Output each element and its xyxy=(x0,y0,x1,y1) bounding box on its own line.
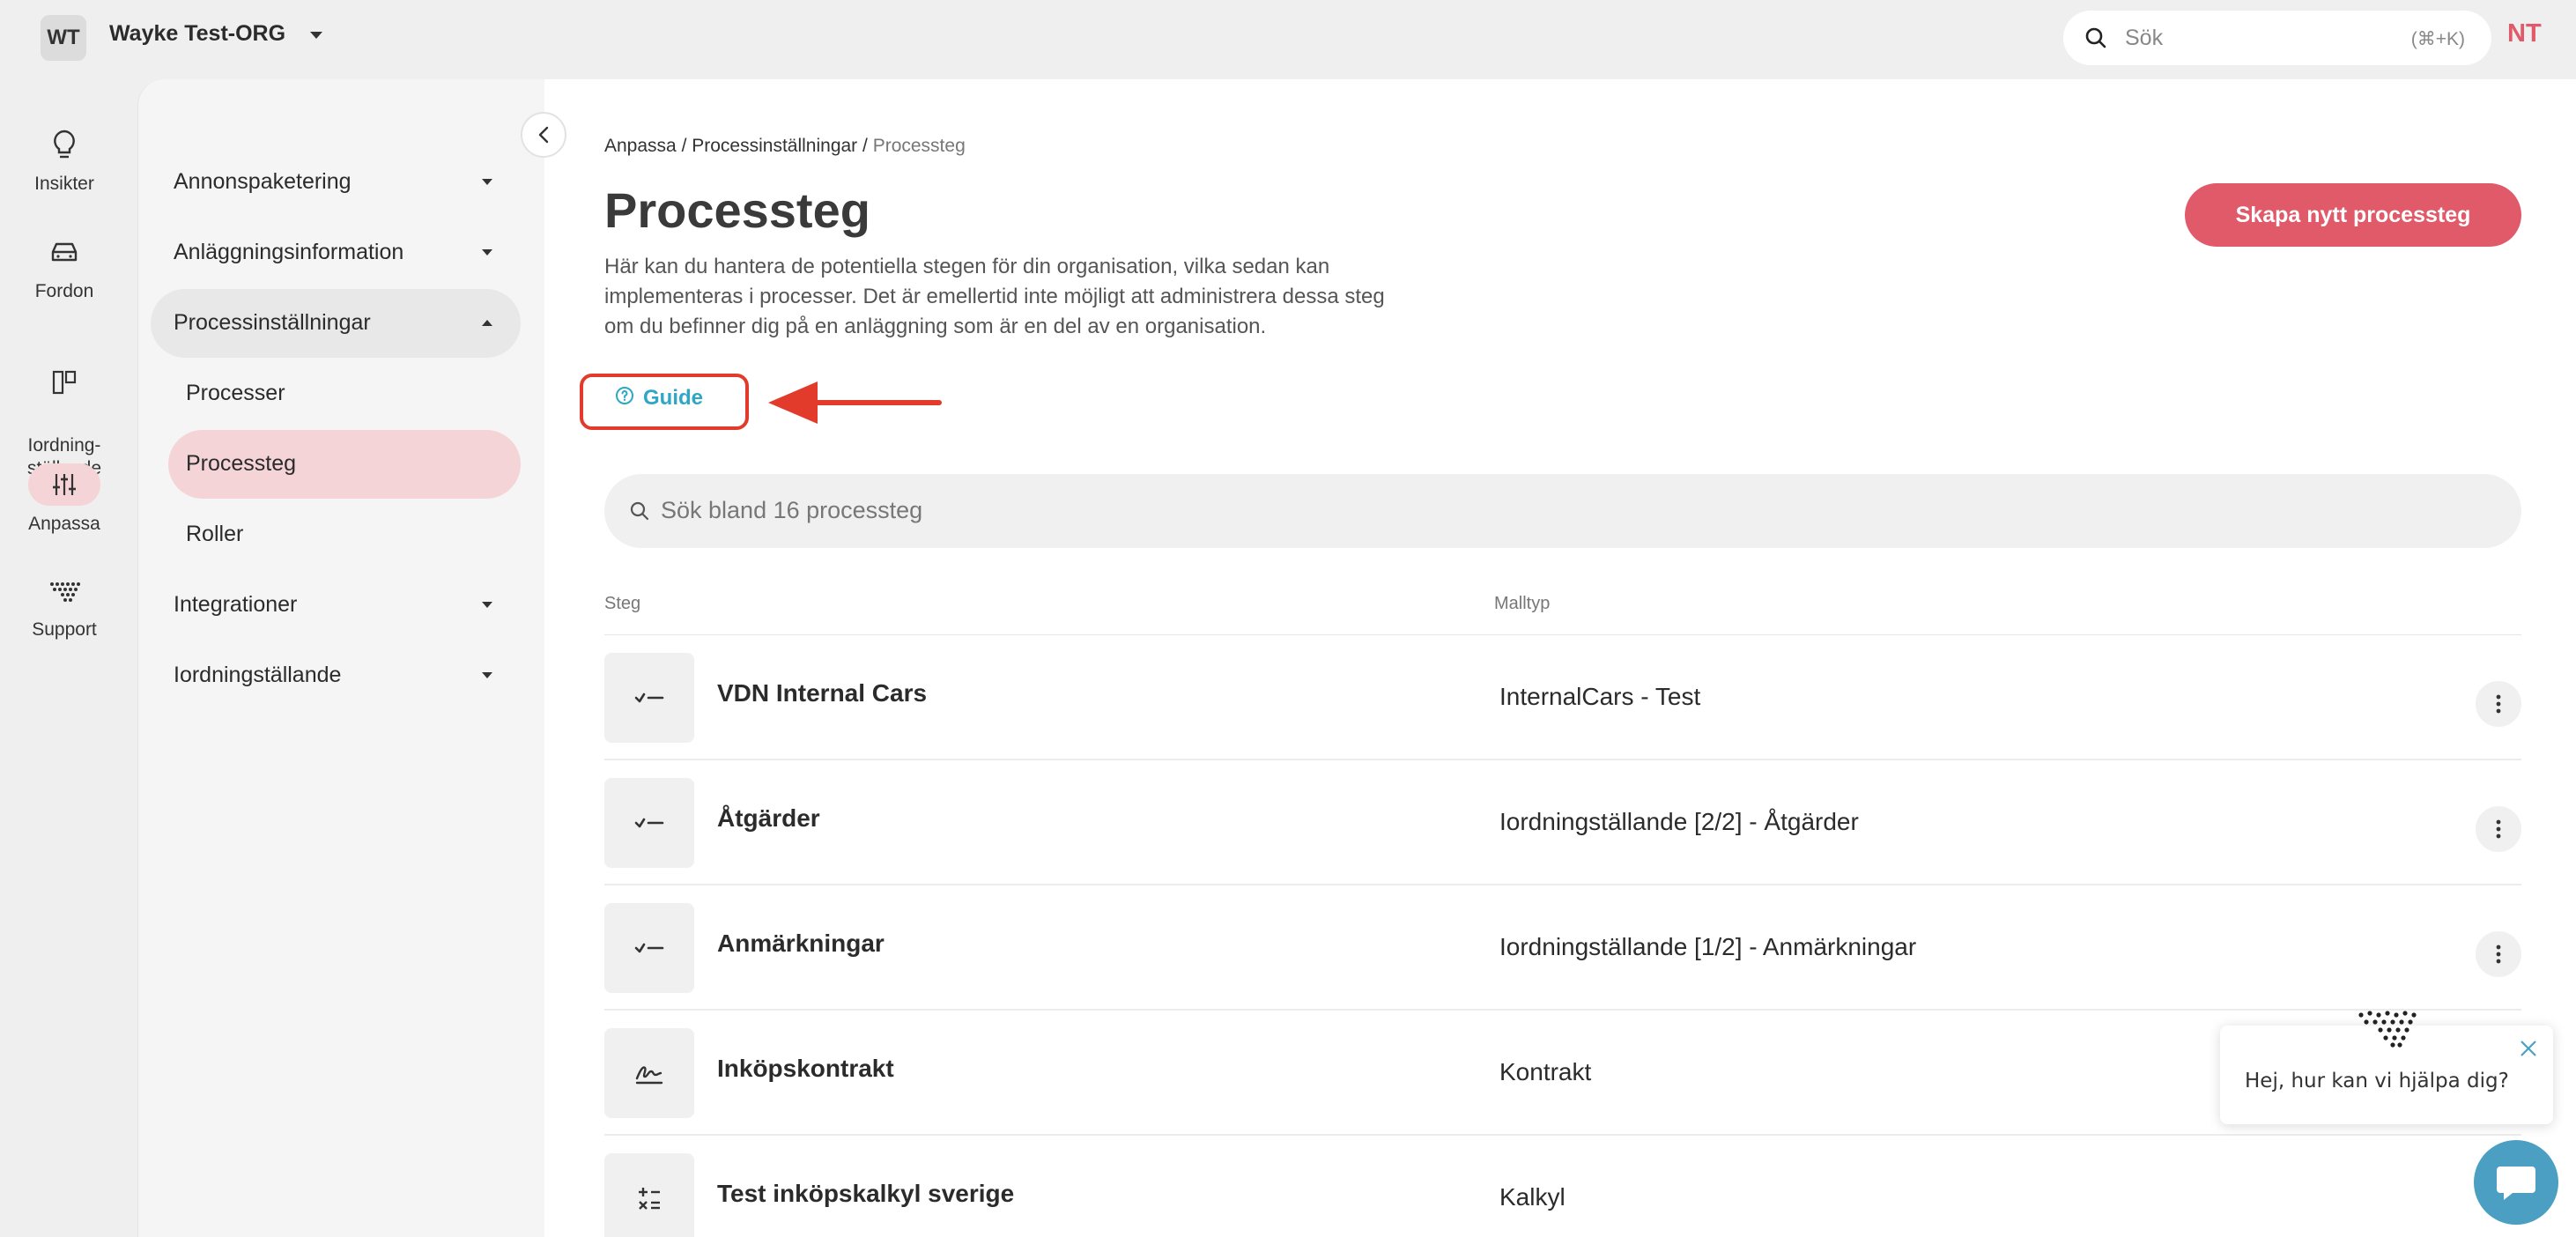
nav-item-annonspaketering[interactable]: Annonspaketering xyxy=(151,148,521,217)
guide-link[interactable]: Guide xyxy=(604,381,714,416)
nav-item-label: Anläggningsinformation xyxy=(174,240,404,264)
rail-item-insikter[interactable]: Insikter xyxy=(0,123,129,196)
step-template-type: Iordningställande [2/2] - Åtgärder xyxy=(1499,808,1859,835)
help-circle-icon xyxy=(615,386,634,411)
search-icon xyxy=(629,500,650,526)
checklist-icon xyxy=(604,653,694,743)
page-title: Processteg xyxy=(604,182,870,238)
nav-subitem-roller[interactable]: Roller xyxy=(168,500,521,569)
nav-item-integrationer[interactable]: Integrationer xyxy=(151,571,521,640)
create-process-step-button[interactable]: Skapa nytt processteg xyxy=(2185,183,2521,247)
sliders-icon xyxy=(28,463,100,506)
column-header-steg[interactable]: Steg xyxy=(604,594,640,614)
more-options-icon[interactable] xyxy=(2476,931,2521,977)
step-template-type: Iordningställande [1/2] - Anmärkningar xyxy=(1499,933,1917,960)
process-step-search-input[interactable]: Sök bland 16 processteg xyxy=(604,474,2521,548)
nav-item-iordningstallande[interactable]: Iordningställande xyxy=(151,641,521,710)
signature-icon xyxy=(604,1028,694,1118)
nav-subitem-label: Roller xyxy=(186,522,244,546)
step-template-type: InternalCars - Test xyxy=(1499,683,1701,710)
table-row[interactable]: VDN Internal Cars InternalCars - Test xyxy=(604,635,2521,760)
car-icon xyxy=(40,231,89,273)
step-template-type: Kalkyl xyxy=(1499,1183,1566,1211)
chat-message: Hej, hur kan vi hjälpa dig? xyxy=(2245,1070,2509,1093)
rail-item-support[interactable]: Support xyxy=(0,569,129,641)
step-name[interactable]: Anmärkningar xyxy=(717,930,885,958)
rail-item-label: Insikter xyxy=(34,174,94,194)
step-name[interactable]: Test inköpskalkyl sverige xyxy=(717,1180,1014,1208)
column-header-malltyp[interactable]: Malltyp xyxy=(1494,594,1550,614)
rail-item-anpassa[interactable]: Anpassa xyxy=(0,463,129,536)
table-row[interactable]: Åtgärder Iordningställande [2/2] - Åtgär… xyxy=(604,760,2521,885)
top-bar: WT Wayke Test-ORG Sök (⌘+K) NT xyxy=(0,0,2576,79)
chevron-down-icon xyxy=(482,602,492,608)
more-options-icon[interactable] xyxy=(2476,681,2521,727)
org-name[interactable]: Wayke Test-ORG xyxy=(109,21,285,47)
breadcrumb-processinstallningar[interactable]: Processinställningar xyxy=(692,136,857,156)
breadcrumb-separator: / xyxy=(676,136,692,156)
board-icon xyxy=(40,361,89,404)
chevron-left-icon xyxy=(538,126,549,144)
search-icon xyxy=(2084,26,2107,54)
breadcrumb-separator: / xyxy=(857,136,873,156)
lightbulb-icon xyxy=(40,123,89,166)
step-name[interactable]: Åtgärder xyxy=(717,804,820,833)
chevron-down-icon xyxy=(482,672,492,678)
step-name[interactable]: VDN Internal Cars xyxy=(717,679,927,707)
breadcrumb: Anpassa / Processinställningar / Process… xyxy=(604,136,966,157)
close-icon[interactable] xyxy=(2518,1038,2539,1063)
nav-subitem-processteg[interactable]: Processteg xyxy=(168,430,521,499)
collapse-sidebar-button[interactable] xyxy=(521,112,566,158)
step-name[interactable]: Inköpskontrakt xyxy=(717,1055,894,1083)
page-description: Här kan du hantera de potentiella stegen… xyxy=(604,255,1385,338)
chevron-down-icon xyxy=(482,179,492,185)
nav-item-label: Annonspaketering xyxy=(174,169,352,194)
rail-item-label: Fordon xyxy=(34,281,94,301)
search-placeholder: Sök xyxy=(2125,26,2164,50)
checklist-icon xyxy=(604,778,694,868)
org-avatar[interactable]: WT xyxy=(41,15,86,61)
nav-item-label: Iordningställande xyxy=(174,663,342,687)
nav-subitem-processer[interactable]: Processer xyxy=(168,359,521,428)
nav-subitem-label: Processer xyxy=(186,381,285,405)
breadcrumb-anpassa[interactable]: Anpassa xyxy=(604,136,677,156)
rail-item-fordon[interactable]: Fordon xyxy=(0,231,129,303)
more-options-icon[interactable] xyxy=(2476,806,2521,852)
search-placeholder: Sök bland 16 processteg xyxy=(661,497,923,523)
global-search-input[interactable]: Sök (⌘+K) xyxy=(2063,11,2491,65)
table-row[interactable]: Test inköpskalkyl sverige Kalkyl xyxy=(604,1136,2521,1237)
settings-nav: Annonspaketering Anläggningsinformation … xyxy=(137,79,544,1237)
rail-item-label: Support xyxy=(32,619,97,640)
annotation-arrow-icon xyxy=(768,376,944,433)
rail-item-label: Anpassa xyxy=(28,514,100,534)
table-row[interactable]: Anmärkningar Iordningställande [1/2] - A… xyxy=(604,885,2521,1011)
chevron-down-icon xyxy=(482,249,492,256)
breadcrumb-current: Processteg xyxy=(872,136,966,156)
guide-label: Guide xyxy=(643,386,704,410)
chat-launcher-button[interactable] xyxy=(2474,1140,2558,1225)
chevron-up-icon xyxy=(482,320,492,326)
step-template-type: Kontrakt xyxy=(1499,1058,1592,1085)
search-shortcut: (⌘+K) xyxy=(2410,29,2465,49)
nav-item-processinstallningar[interactable]: Processinställningar xyxy=(151,289,521,358)
support-logo-icon xyxy=(2354,1008,2424,1055)
chat-icon xyxy=(2497,1167,2535,1200)
nav-item-label: Integrationer xyxy=(174,592,298,617)
chevron-down-icon[interactable] xyxy=(310,32,322,39)
support-icon xyxy=(40,569,89,611)
checklist-icon xyxy=(604,903,694,993)
nav-item-anlaggningsinformation[interactable]: Anläggningsinformation xyxy=(151,219,521,287)
user-avatar[interactable]: NT xyxy=(2507,19,2542,48)
calculator-icon xyxy=(604,1153,694,1237)
nav-item-label: Processinställningar xyxy=(174,310,371,335)
nav-subitem-label: Processteg xyxy=(186,451,297,476)
